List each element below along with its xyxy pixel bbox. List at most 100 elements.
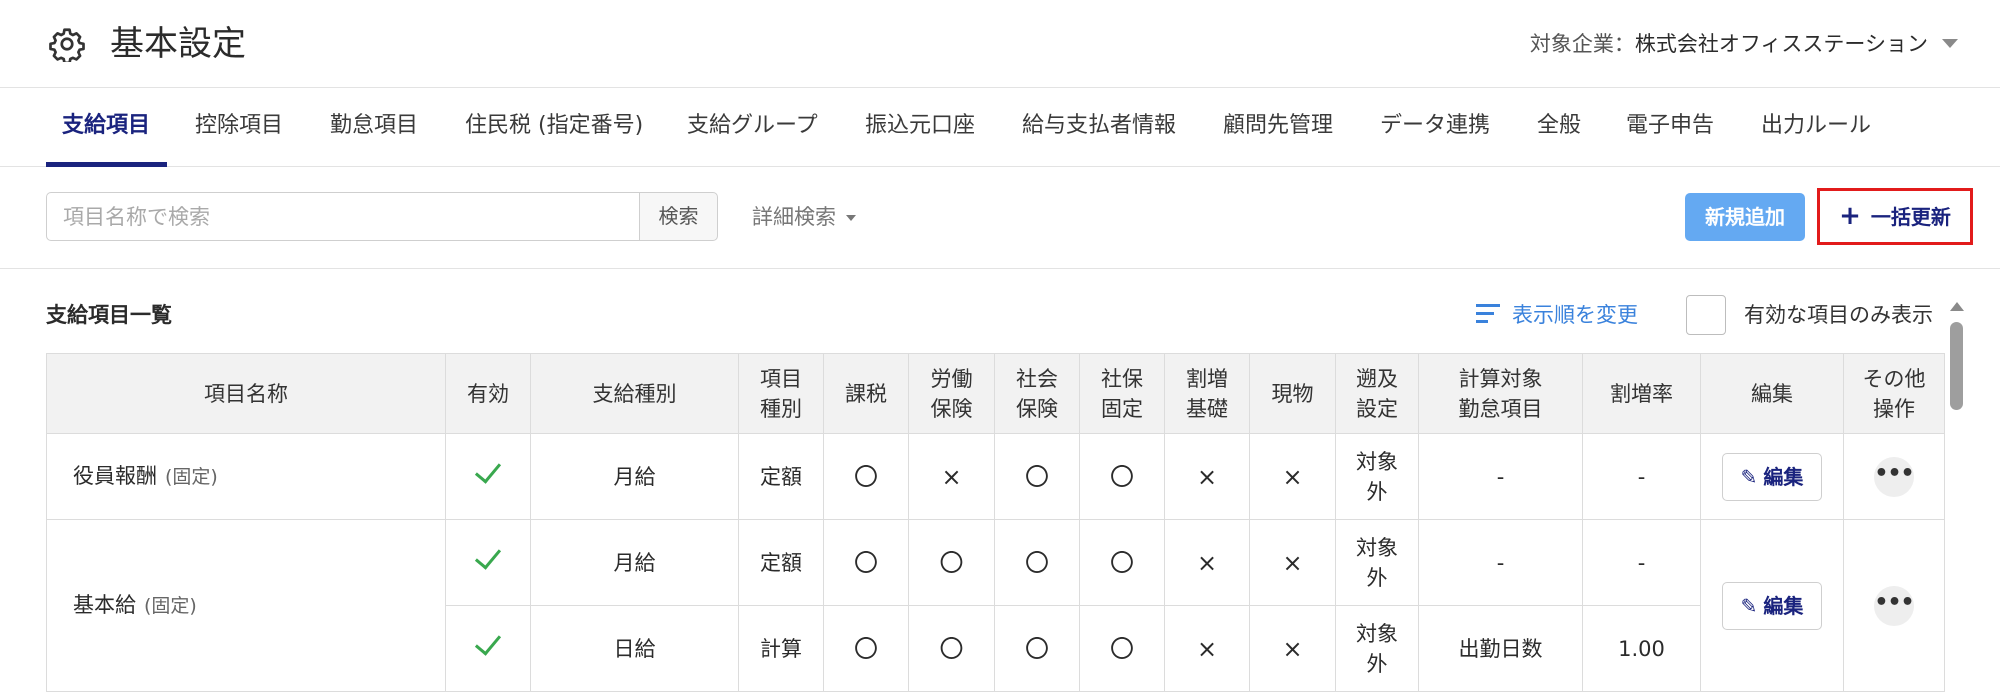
sort-lines-icon <box>1476 304 1500 324</box>
pay-items-table: 項目名称 有効 支給種別 項目 種別 課税 労働 保険 社会 保険 社保 固定 割増 基礎… <box>46 353 1945 692</box>
more-actions-icon[interactable]: ••• <box>1874 585 1915 626</box>
in-kind-cell: × <box>1249 605 1336 692</box>
scroll-up-arrow-icon[interactable] <box>1950 302 1964 311</box>
edit-cell: ✎ 編集 <box>1700 519 1844 692</box>
tab-resident-tax[interactable]: 住民税 (指定番号) <box>465 88 643 167</box>
gear-icon <box>49 28 85 62</box>
tab-source-account[interactable]: 振込元口座 <box>865 88 975 167</box>
item-tag: (固定) <box>144 595 197 617</box>
column-header: 計算対象 勤怠項目 <box>1418 353 1583 434</box>
check-icon <box>473 458 503 488</box>
tab-pay-groups[interactable]: 支給グループ <box>687 88 818 167</box>
valid-cell <box>445 519 531 606</box>
rate-cell: - <box>1582 433 1701 520</box>
list-title: 支給項目一覧 <box>46 303 172 327</box>
tab-output-rules[interactable]: 出力ルール <box>1761 88 1871 167</box>
pay-type-cell: 月給 <box>530 433 739 520</box>
active-tab-indicator <box>46 162 167 167</box>
company-selector[interactable]: 対象企業：株式会社オフィスステーション <box>1530 28 1928 60</box>
column-header: 項目名称 <box>46 353 446 434</box>
edit-button[interactable]: ✎ 編集 <box>1722 581 1822 630</box>
pay-type-cell: 日給 <box>530 605 739 692</box>
social-fixed-cell: 〇 <box>1079 433 1165 520</box>
column-header: 現物 <box>1249 353 1336 434</box>
tab-general[interactable]: 全般 <box>1537 88 1581 167</box>
attendance-cell: - <box>1418 433 1583 520</box>
in-kind-cell: × <box>1249 433 1336 520</box>
search-button[interactable]: 検索 <box>639 192 718 241</box>
social-insurance-cell: 〇 <box>994 433 1080 520</box>
pencil-icon: ✎ <box>1740 464 1758 489</box>
tab-client-management[interactable]: 顧問先管理 <box>1223 88 1333 167</box>
page-header: 基本設定 対象企業：株式会社オフィスステーション <box>0 0 2000 88</box>
pencil-icon: ✎ <box>1740 593 1758 618</box>
retroactive-cell: 対象外 <box>1335 605 1419 692</box>
table-header-row: 項目名称 有効 支給種別 項目 種別 課税 労働 保険 社会 保険 社保 固定 割増 基礎… <box>46 353 1945 434</box>
page-title: 基本設定 <box>110 24 246 64</box>
scrollbar-thumb[interactable] <box>1950 322 1963 410</box>
column-header: 編集 <box>1700 353 1844 434</box>
social-fixed-cell: 〇 <box>1079 519 1165 606</box>
change-order-label: 表示順を変更 <box>1512 303 1638 327</box>
table-row: 役員報酬 (固定) 月給 定額 〇 × 〇 〇 × × 対象外 - - ✎ 編集 •… <box>46 433 1945 520</box>
item-name: 基本給 <box>73 593 136 617</box>
bulk-update-label: 一括更新 <box>1870 205 1951 229</box>
labor-insurance-cell: × <box>908 433 995 520</box>
change-order-link[interactable]: 表示順を変更 <box>1476 300 1638 330</box>
labor-insurance-cell: 〇 <box>908 519 995 606</box>
search-input[interactable] <box>46 192 640 241</box>
column-header: 有効 <box>445 353 531 434</box>
column-header: 課税 <box>823 353 909 434</box>
social-fixed-cell: 〇 <box>1079 605 1165 692</box>
retroactive-cell: 対象外 <box>1335 519 1419 606</box>
other-actions-cell: ••• <box>1843 433 1945 520</box>
labor-insurance-cell: 〇 <box>908 605 995 692</box>
item-tag: (固定) <box>165 466 218 488</box>
new-item-button[interactable]: 新規追加 <box>1685 193 1805 241</box>
column-header: 項目 種別 <box>738 353 824 434</box>
social-insurance-cell: 〇 <box>994 519 1080 606</box>
tab-pay-items[interactable]: 支給項目 <box>62 88 150 167</box>
valid-cell <box>445 433 531 520</box>
company-name: 株式会社オフィスステーション <box>1634 32 1928 56</box>
tax-cell: 〇 <box>823 605 909 692</box>
tab-e-filing[interactable]: 電子申告 <box>1626 88 1714 167</box>
tab-data-integration[interactable]: データ連携 <box>1380 88 1490 167</box>
tab-payer-info[interactable]: 給与支払者情報 <box>1022 88 1176 167</box>
check-icon <box>473 544 503 574</box>
attendance-cell: - <box>1418 519 1583 606</box>
tax-cell: 〇 <box>823 519 909 606</box>
detail-search-label: 詳細検索 <box>752 205 836 229</box>
column-header: 支給種別 <box>530 353 739 434</box>
only-valid-checkbox[interactable] <box>1686 295 1726 335</box>
column-header: 割増 基礎 <box>1164 353 1250 434</box>
column-header: 労働 保険 <box>908 353 995 434</box>
item-name: 役員報酬 <box>73 464 157 488</box>
bulk-update-button[interactable]: + 一括更新 <box>1822 193 1968 240</box>
company-label: 対象企業： <box>1529 32 1635 56</box>
column-header: その他 操作 <box>1843 353 1945 434</box>
tab-attendance-items[interactable]: 勤怠項目 <box>330 88 418 167</box>
tab-deduction-items[interactable]: 控除項目 <box>195 88 283 167</box>
column-header: 社会 保険 <box>994 353 1080 434</box>
attendance-cell: 出勤日数 <box>1418 605 1583 692</box>
item-name-cell: 役員報酬 (固定) <box>46 433 446 520</box>
rate-cell: 1.00 <box>1582 605 1701 692</box>
item-type-cell: 計算 <box>738 605 824 692</box>
edit-button[interactable]: ✎ 編集 <box>1722 452 1822 501</box>
check-icon <box>473 630 503 660</box>
chevron-down-icon[interactable] <box>1942 39 1958 48</box>
item-name-cell: 基本給 (固定) <box>46 519 446 692</box>
retroactive-cell: 対象外 <box>1335 433 1419 520</box>
column-header: 社保 固定 <box>1079 353 1165 434</box>
item-type-cell: 定額 <box>738 433 824 520</box>
column-header: 遡及 設定 <box>1335 353 1419 434</box>
premium-base-cell: × <box>1164 519 1250 606</box>
pay-type-cell: 月給 <box>530 519 739 606</box>
more-actions-icon[interactable]: ••• <box>1874 456 1915 497</box>
social-insurance-cell: 〇 <box>994 605 1080 692</box>
settings-tabs: 支給項目 控除項目 勤怠項目 住民税 (指定番号) 支給グループ 振込元口座 給… <box>0 88 2000 167</box>
detail-search-toggle[interactable]: 詳細検索 <box>752 202 856 232</box>
toolbar: 検索 詳細検索 新規追加 + 一括更新 <box>0 168 2000 269</box>
edit-cell: ✎ 編集 <box>1700 433 1844 520</box>
